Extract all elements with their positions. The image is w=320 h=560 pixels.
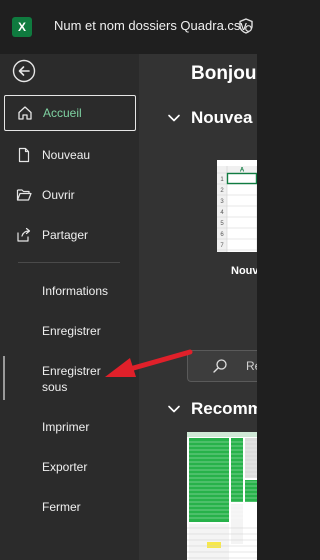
- backstage-sidebar: Accueil Nouveau Ouvrir Partager Informat…: [0, 54, 139, 560]
- annotation-arrow: [105, 349, 193, 377]
- sidebar-item-label-line1: Enregistrer: [42, 364, 101, 378]
- template-grid-preview: A 1 2 3 4 5 6 7: [217, 160, 257, 252]
- spreadsheet-preview: [187, 432, 257, 560]
- sync-shield-icon[interactable]: [238, 18, 254, 34]
- recommended-section-title: Recomm: [191, 399, 257, 418]
- sidebar-item-fermer[interactable]: Fermer: [42, 499, 81, 515]
- recommended-file-thumbnail[interactable]: [187, 432, 257, 560]
- search-placeholder: Re: [246, 359, 257, 373]
- back-arrow-icon[interactable]: [12, 59, 36, 83]
- sidebar-item-informations[interactable]: Informations: [42, 283, 108, 299]
- backstage-main: Bonjou Nouvea A 1 2 3 4 5 6 7 Nouv R Rec…: [139, 54, 257, 560]
- sidebar-scroll-indicator[interactable]: [3, 356, 5, 400]
- excel-logo-icon: X: [12, 17, 32, 37]
- title-bar: X Num et nom dossiers Quadra.csv: [0, 0, 257, 54]
- column-header-a: A: [240, 168, 245, 174]
- sidebar-item-partager[interactable]: Partager: [4, 217, 136, 253]
- chevron-down-icon: [168, 405, 180, 413]
- recommended-section-header[interactable]: Recomm: [167, 399, 257, 419]
- share-icon: [14, 225, 34, 245]
- new-section-title: Nouvea: [191, 108, 253, 127]
- sidebar-item-label: Nouveau: [42, 148, 91, 162]
- sidebar-item-enregistrer-sous[interactable]: Enregistrer sous: [42, 363, 101, 395]
- search-icon: [213, 359, 227, 373]
- sidebar-item-nouveau[interactable]: Nouveau: [4, 137, 136, 173]
- new-section-header[interactable]: Nouvea: [167, 108, 252, 128]
- sidebar-item-ouvrir[interactable]: Ouvrir: [4, 177, 136, 213]
- sidebar-item-label-line2: sous: [42, 380, 68, 394]
- sidebar-item-imprimer[interactable]: Imprimer: [42, 419, 89, 435]
- sidebar-item-label: Partager: [42, 228, 89, 242]
- sidebar-item-label: Ouvrir: [42, 188, 75, 202]
- search-input[interactable]: Re: [187, 350, 257, 382]
- sidebar-item-accueil[interactable]: Accueil: [4, 95, 136, 131]
- chevron-down-icon: [168, 114, 180, 122]
- folder-open-icon: [14, 185, 34, 205]
- sidebar-item-enregistrer[interactable]: Enregistrer: [42, 323, 101, 339]
- sidebar-separator: [18, 262, 120, 263]
- template-label: Nouv: [231, 265, 257, 277]
- new-document-icon: [14, 145, 34, 165]
- greeting-heading: Bonjou: [191, 63, 257, 84]
- sidebar-item-label: Accueil: [43, 106, 82, 120]
- blank-workbook-template[interactable]: A 1 2 3 4 5 6 7: [217, 160, 257, 252]
- sidebar-item-exporter[interactable]: Exporter: [42, 459, 87, 475]
- home-icon: [15, 103, 35, 123]
- window-title: Num et nom dossiers Quadra.csv: [54, 18, 247, 33]
